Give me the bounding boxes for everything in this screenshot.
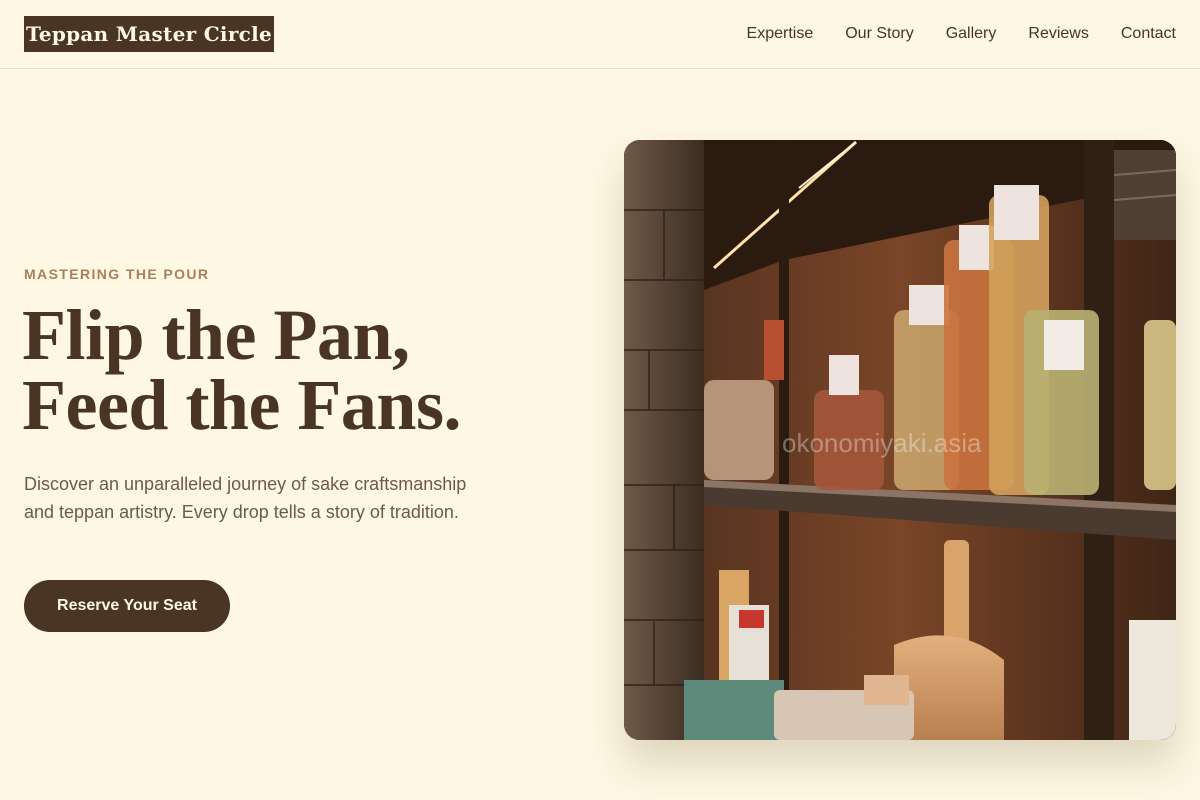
- hero-eyebrow: MASTERING THE POUR: [24, 266, 210, 282]
- hero-headline-line-2: Feed the Fans.: [22, 365, 461, 445]
- nav-link-expertise[interactable]: Expertise: [747, 25, 814, 43]
- image-watermark: okonomiyaki.asia: [782, 428, 982, 458]
- nav-link-gallery[interactable]: Gallery: [946, 25, 997, 43]
- nav-link-contact[interactable]: Contact: [1121, 25, 1176, 43]
- hero-headline-line-1: Flip the Pan,: [22, 295, 410, 375]
- hero-headline: Flip the Pan, Feed the Fans.: [22, 295, 562, 445]
- site-header: Teppan Master Circle Expertise Our Story…: [0, 0, 1200, 69]
- nav-link-reviews[interactable]: Reviews: [1028, 25, 1088, 43]
- brand-logo[interactable]: Teppan Master Circle: [24, 16, 274, 52]
- hero-description: Discover an unparalleled journey of sake…: [24, 474, 467, 522]
- nav-link-our-story[interactable]: Our Story: [845, 25, 913, 43]
- main-nav: Expertise Our Story Gallery Reviews Cont…: [715, 0, 1176, 68]
- hero-image-pantry-shelves: okonomiyaki.asia: [624, 140, 1176, 740]
- reserve-seat-button[interactable]: Reserve Your Seat: [24, 580, 230, 632]
